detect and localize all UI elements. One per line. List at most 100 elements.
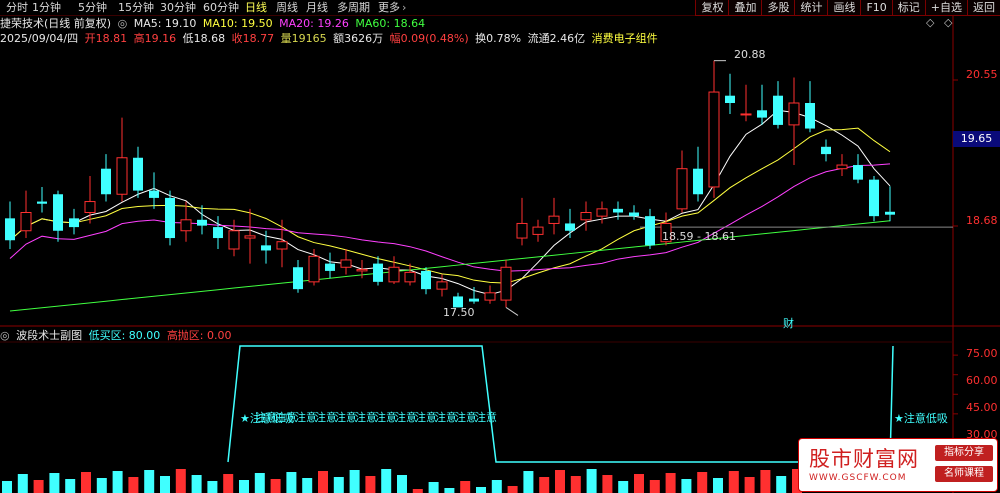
- candle-24: [388, 256, 400, 285]
- indicator-tick-45: 45.00: [966, 401, 998, 414]
- tab-5min[interactable]: 5分钟: [78, 0, 107, 16]
- candle-body: [69, 218, 79, 228]
- tab-60min[interactable]: 60分钟: [203, 0, 239, 16]
- candle-body: [197, 219, 207, 226]
- candle-body: [101, 168, 111, 195]
- candle-8: [133, 146, 143, 198]
- tab-1min[interactable]: 1分钟: [32, 0, 61, 16]
- chevron-right-icon[interactable]: ›: [402, 0, 406, 16]
- candle-body: [885, 211, 895, 215]
- candle-body: [213, 227, 223, 239]
- indicator-bar-37: [586, 469, 597, 493]
- candle-10: [165, 190, 175, 246]
- candle-body: [293, 267, 303, 290]
- candle-body: [20, 212, 32, 232]
- candle-9: [149, 172, 159, 209]
- indicator-settings-icon[interactable]: ◎: [0, 329, 10, 342]
- candle-body: [149, 190, 159, 198]
- back-button[interactable]: 返回: [967, 0, 1000, 16]
- tab-15min[interactable]: 15分钟: [118, 0, 154, 16]
- stock-chart[interactable]: 注意注意注意注意注意注意注意注意注意注意注意注意: [0, 0, 1000, 493]
- candle-body: [645, 216, 655, 246]
- tab-more[interactable]: 更多: [378, 0, 400, 16]
- diamond-icon[interactable]: ◇: [926, 16, 934, 29]
- candle-body: [693, 168, 703, 195]
- tab-daily[interactable]: 日线: [245, 0, 267, 16]
- candle-body: [373, 263, 383, 282]
- candle-4: [69, 208, 79, 235]
- ma10-label: MA10: 19.50: [202, 17, 273, 30]
- indicator-bar-14: [223, 474, 234, 493]
- turnover-value: 0.78%: [486, 32, 522, 45]
- candle-12: [197, 205, 207, 235]
- candle-34: [548, 197, 560, 235]
- candle-body: [516, 222, 528, 239]
- amount-value: 3626万: [344, 32, 384, 45]
- toolbar-buttons: 复权 叠加 多股 统计 画线 F10 标记 +自选 返回: [695, 0, 1000, 16]
- tab-intraday[interactable]: 分时: [6, 0, 28, 16]
- indicator-bar-19: [302, 478, 313, 493]
- draw-line-button[interactable]: 画线: [827, 0, 861, 16]
- close-label: 收: [231, 32, 243, 45]
- indicator-header: ◎ 波段术士副图 低买区: 80.00 高抛区: 0.00: [0, 329, 235, 343]
- overlay-button[interactable]: 叠加: [728, 0, 762, 16]
- tab-multi-period[interactable]: 多周期: [337, 0, 370, 16]
- candle-body: [53, 194, 63, 231]
- settings-icon[interactable]: ◎: [118, 17, 128, 30]
- candle-body: [821, 146, 831, 155]
- ma5-line: [9, 109, 891, 296]
- candle-body: [805, 103, 815, 129]
- candle-33: [532, 219, 544, 242]
- indicator-bar-43: [681, 479, 692, 493]
- statistics-button[interactable]: 统计: [794, 0, 828, 16]
- stock-title: 捷荣技术(日线 前复权): [0, 17, 112, 30]
- candle-46: [740, 84, 752, 122]
- candle-body: [133, 157, 143, 191]
- diamond-icon-2[interactable]: ◇: [944, 16, 952, 29]
- indicator-bar-40: [634, 474, 644, 493]
- period-toolbar: 分时 1分钟 5分钟 15分钟 30分钟 60分钟 日线 周线 月线 多周期 更…: [0, 0, 1000, 16]
- candle-31: [500, 259, 512, 308]
- candle-13: [213, 216, 223, 249]
- signal-overlap-2: 注意: [295, 410, 317, 424]
- chart-grid: [0, 16, 1000, 493]
- tab-monthly[interactable]: 月线: [306, 0, 328, 16]
- indicator-bar-17: [270, 479, 281, 493]
- indicator-bar-38: [602, 475, 613, 493]
- candle-body: [708, 91, 720, 188]
- candle-21: [340, 249, 352, 275]
- candle-50: [805, 81, 815, 133]
- tab-weekly[interactable]: 周线: [276, 0, 298, 16]
- signal-overlap-8: 注意: [415, 410, 437, 424]
- f10-button[interactable]: F10: [860, 0, 892, 16]
- candle-body: [629, 212, 639, 217]
- candle-body: [84, 201, 96, 214]
- candle-body: [532, 226, 544, 235]
- candle-2: [37, 186, 47, 213]
- signal-left: ★注意低吸: [240, 412, 294, 425]
- price-tick-low: 18.68: [966, 214, 998, 227]
- candle-body: [613, 208, 623, 213]
- indicator-tick-75: 75.00: [966, 347, 998, 360]
- ma60-line: [9, 220, 891, 312]
- candle-17: [276, 219, 288, 268]
- indicator-line: [227, 345, 894, 463]
- indicator-bar-11: [175, 469, 186, 493]
- candle-body: [853, 165, 863, 180]
- indicator-bar-30: [476, 487, 486, 493]
- signal-overlap-4: 注意: [335, 410, 357, 424]
- candle-body: [421, 270, 431, 290]
- mark-button[interactable]: 标记: [891, 0, 925, 16]
- multi-stock-button[interactable]: 多股: [761, 0, 795, 16]
- ma5-label: MA5: 19.10: [133, 17, 197, 30]
- add-watchlist-button[interactable]: +自选: [924, 0, 967, 16]
- indicator-bar-36: [570, 476, 581, 493]
- tab-30min[interactable]: 30分钟: [160, 0, 196, 16]
- candle-14: [228, 219, 240, 257]
- adjust-button[interactable]: 复权: [695, 0, 729, 16]
- volume-label: 量: [280, 32, 292, 45]
- indicator-bar-42: [665, 473, 676, 493]
- candle-body: [757, 110, 767, 118]
- quote-date: 2025/09/04/四: [0, 32, 79, 45]
- candle-body: [308, 255, 320, 283]
